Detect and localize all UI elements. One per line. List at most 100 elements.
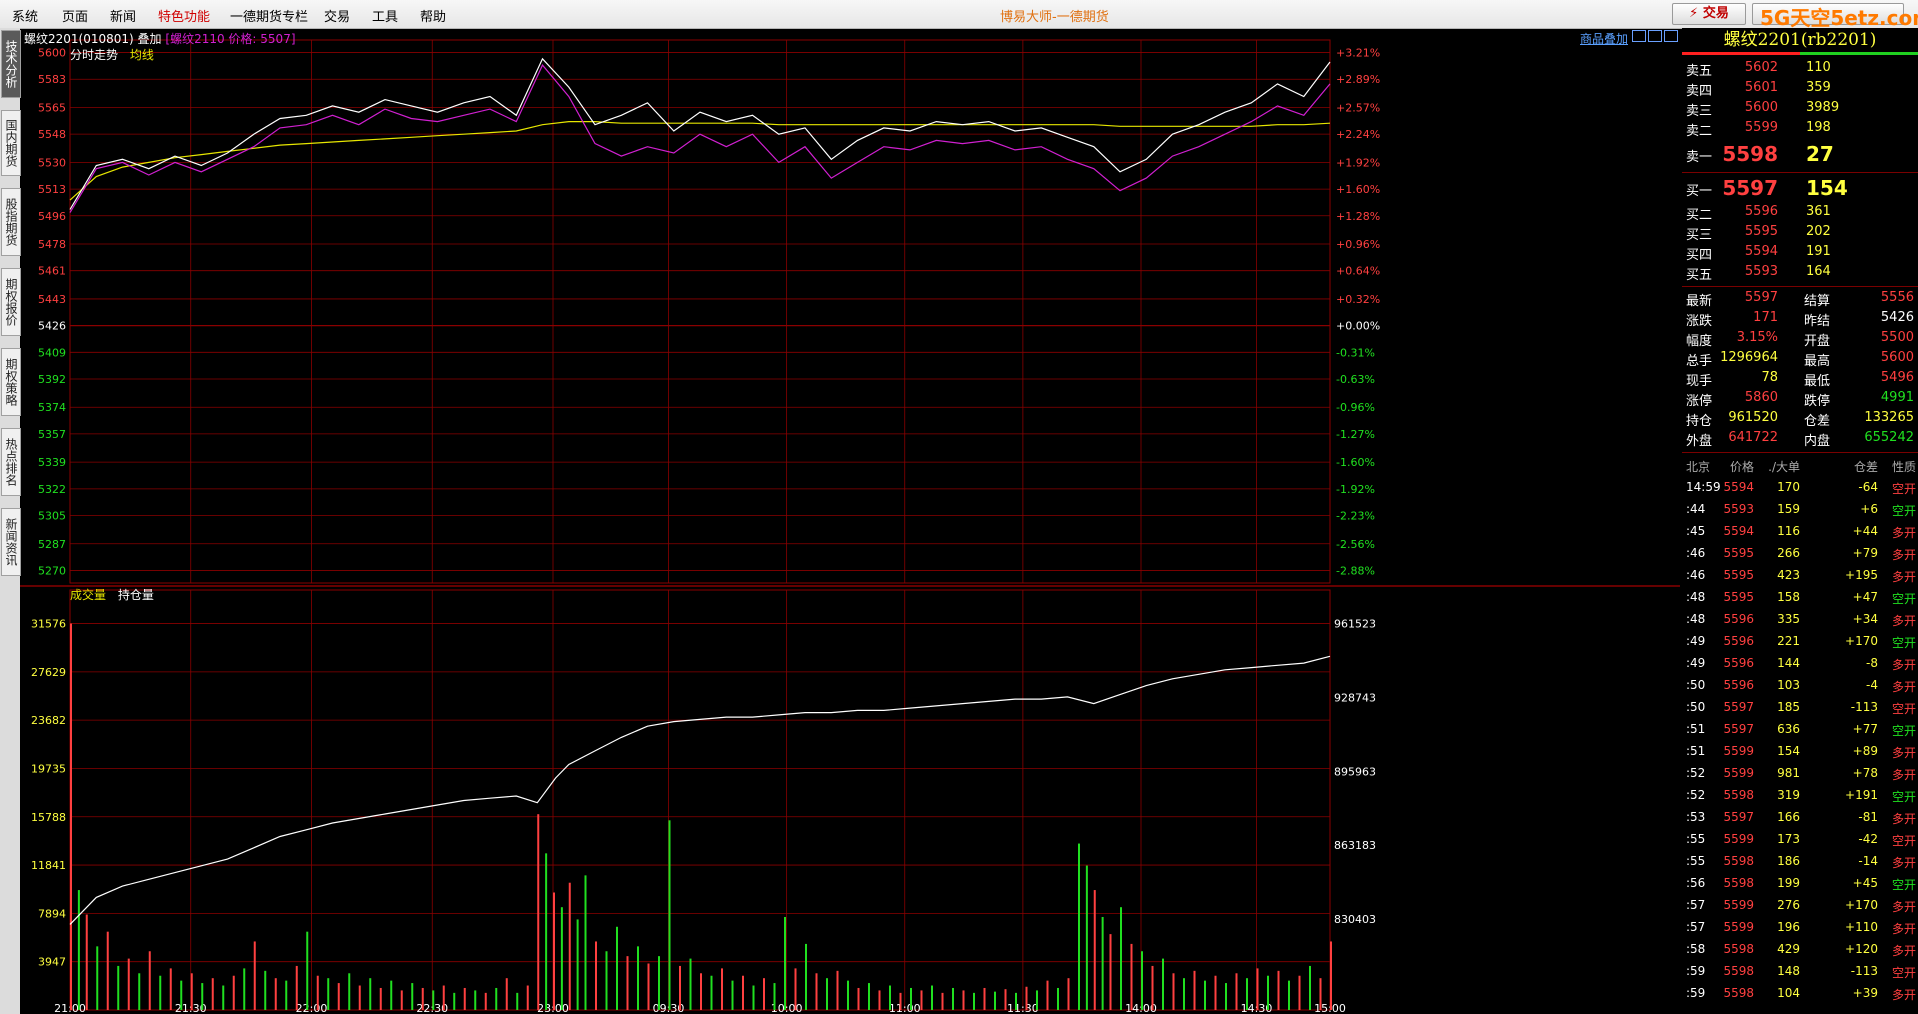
tick-nature: 多开 bbox=[1891, 944, 1916, 958]
stat-label: 涨停 bbox=[1686, 394, 1713, 409]
level-price[interactable]: 5596 bbox=[1745, 204, 1778, 219]
bid-level: 买五 5593 164 bbox=[1682, 264, 1918, 284]
volume-bar bbox=[1214, 975, 1217, 1010]
intraday-chart[interactable]: 5600 +3.21% 5583 +2.89% 5565 +2.57% 5548 +2.24%… bbox=[20, 28, 1680, 1014]
legend-volume: 成交量 bbox=[70, 588, 107, 602]
legend-avg: 均线 bbox=[129, 48, 154, 62]
commodity-overlay-button[interactable]: 商品叠加 bbox=[1580, 30, 1628, 47]
volume-bar bbox=[537, 814, 540, 1010]
restore-icon[interactable] bbox=[1648, 30, 1662, 42]
level-volume: 110 bbox=[1806, 60, 1831, 75]
menu-page[interactable]: 页面 bbox=[62, 6, 88, 25]
time-tick-label: 11:30 bbox=[1007, 1002, 1039, 1014]
price-tick-label: 5548 bbox=[38, 128, 66, 141]
tick-price: 5594 bbox=[1723, 524, 1754, 538]
volume-bar bbox=[190, 973, 193, 1010]
menu-trade[interactable]: 交易 bbox=[324, 6, 350, 25]
volume-bar bbox=[285, 980, 288, 1010]
chart-area[interactable]: 5600 +3.21% 5583 +2.89% 5565 +2.57% 5548 +2.24%… bbox=[20, 28, 1680, 1014]
level-price[interactable]: 5597 bbox=[1722, 176, 1778, 200]
tab-option-strategy[interactable]: 期权策略 bbox=[1, 348, 21, 416]
tick-oi-change: +191 bbox=[1845, 788, 1878, 802]
volume-bar bbox=[731, 980, 734, 1010]
tick-time: :53 bbox=[1686, 810, 1706, 824]
oi-tick-label: 928743 bbox=[1334, 691, 1376, 704]
pct-tick-label: -2.23% bbox=[1336, 510, 1375, 523]
time-tick-label: 11:00 bbox=[889, 1002, 921, 1014]
pct-tick-label: +2.57% bbox=[1336, 101, 1380, 114]
tick-time: :51 bbox=[1686, 722, 1706, 736]
tab-technical-analysis[interactable]: 技术分析 bbox=[1, 30, 21, 98]
price-tick-label: 5305 bbox=[38, 510, 66, 523]
tab-hot-ranking[interactable]: 热点排名 bbox=[1, 428, 21, 496]
tick-volume: 104 bbox=[1777, 986, 1800, 1000]
ask-level: 卖一 5598 27 bbox=[1682, 142, 1918, 166]
tick-row: :48 5596 335 +34 多开 bbox=[1682, 608, 1918, 630]
layout-icon[interactable] bbox=[1632, 30, 1646, 42]
tab-news[interactable]: 新闻资讯 bbox=[1, 508, 21, 576]
tick-nature: 多开 bbox=[1891, 856, 1916, 870]
level-price[interactable]: 5595 bbox=[1745, 224, 1778, 239]
tick-row: :58 5598 429 +120 多开 bbox=[1682, 938, 1918, 960]
tick-nature: 多开 bbox=[1891, 900, 1916, 914]
tick-oi-change: -81 bbox=[1858, 810, 1878, 824]
volume-bar bbox=[752, 985, 755, 1010]
tab-label: 期权报价 bbox=[4, 278, 18, 326]
tab-index-futures[interactable]: 股指期货 bbox=[1, 188, 21, 256]
volume-tick-label: 7894 bbox=[38, 907, 66, 920]
tick-nature: 空开 bbox=[1891, 724, 1916, 738]
tick-volume: 335 bbox=[1777, 612, 1800, 626]
tick-header-cell: 仓差 bbox=[1853, 460, 1878, 474]
tab-option-quotes[interactable]: 期权报价 bbox=[1, 268, 21, 336]
trade-button[interactable]: ⚡ 交易 bbox=[1672, 3, 1746, 25]
pct-tick-label: +1.28% bbox=[1336, 210, 1380, 223]
tick-row: :59 5598 148 -113 空开 bbox=[1682, 960, 1918, 982]
menu-column[interactable]: 一德期货专栏 bbox=[230, 6, 308, 25]
tick-volume: 159 bbox=[1777, 502, 1800, 516]
level-price[interactable]: 5594 bbox=[1745, 244, 1778, 259]
tick-oi-change: -113 bbox=[1850, 964, 1878, 978]
tick-oi-change: +170 bbox=[1845, 634, 1878, 648]
tick-time: :48 bbox=[1686, 590, 1706, 604]
tick-volume: 166 bbox=[1777, 810, 1800, 824]
tick-row: :46 5595 423 +195 多开 bbox=[1682, 564, 1918, 586]
ticks-separator bbox=[1682, 452, 1918, 453]
volume-bar bbox=[1256, 968, 1259, 1010]
level-price[interactable]: 5600 bbox=[1745, 100, 1778, 115]
level-price[interactable]: 5593 bbox=[1745, 264, 1778, 279]
volume-bar bbox=[474, 990, 477, 1010]
menu-system[interactable]: 系统 bbox=[12, 6, 38, 25]
tick-price: 5598 bbox=[1723, 942, 1754, 956]
tab-domestic-futures[interactable]: 国内期货 bbox=[1, 110, 21, 176]
tick-oi-change: +110 bbox=[1845, 920, 1878, 934]
price-tick-label: 5443 bbox=[38, 293, 66, 306]
tick-time: :57 bbox=[1686, 898, 1706, 912]
maximize-icon[interactable] bbox=[1664, 30, 1678, 42]
tick-volume: 981 bbox=[1777, 766, 1800, 780]
tick-time: :59 bbox=[1686, 986, 1706, 1000]
overlay-label: 叠加 bbox=[137, 32, 162, 46]
tick-volume: 158 bbox=[1777, 590, 1800, 604]
menu-help[interactable]: 帮助 bbox=[420, 6, 446, 25]
tick-time: :46 bbox=[1686, 546, 1706, 560]
level-volume: 198 bbox=[1806, 120, 1831, 135]
level-price[interactable]: 5601 bbox=[1745, 80, 1778, 95]
menu-tools[interactable]: 工具 bbox=[372, 6, 398, 25]
level-price[interactable]: 5598 bbox=[1722, 142, 1778, 166]
level-price[interactable]: 5599 bbox=[1745, 120, 1778, 135]
menu-news[interactable]: 新闻 bbox=[110, 6, 136, 25]
tick-time: :50 bbox=[1686, 700, 1706, 714]
stat-label: 跌停 bbox=[1804, 394, 1831, 409]
stat-value: 5426 bbox=[1880, 310, 1914, 325]
menu-features[interactable]: 特色功能 bbox=[158, 6, 210, 25]
volume-bar bbox=[994, 991, 996, 1010]
tick-time: :52 bbox=[1686, 766, 1706, 780]
volume-bar bbox=[169, 968, 172, 1010]
tick-nature: 空开 bbox=[1891, 834, 1916, 848]
level-price[interactable]: 5602 bbox=[1745, 60, 1778, 75]
ask-level: 卖四 5601 359 bbox=[1682, 80, 1918, 100]
tick-time: :55 bbox=[1686, 832, 1706, 846]
level-volume: 202 bbox=[1806, 224, 1831, 239]
tick-nature: 多开 bbox=[1891, 548, 1916, 562]
tick-volume: 221 bbox=[1777, 634, 1800, 648]
